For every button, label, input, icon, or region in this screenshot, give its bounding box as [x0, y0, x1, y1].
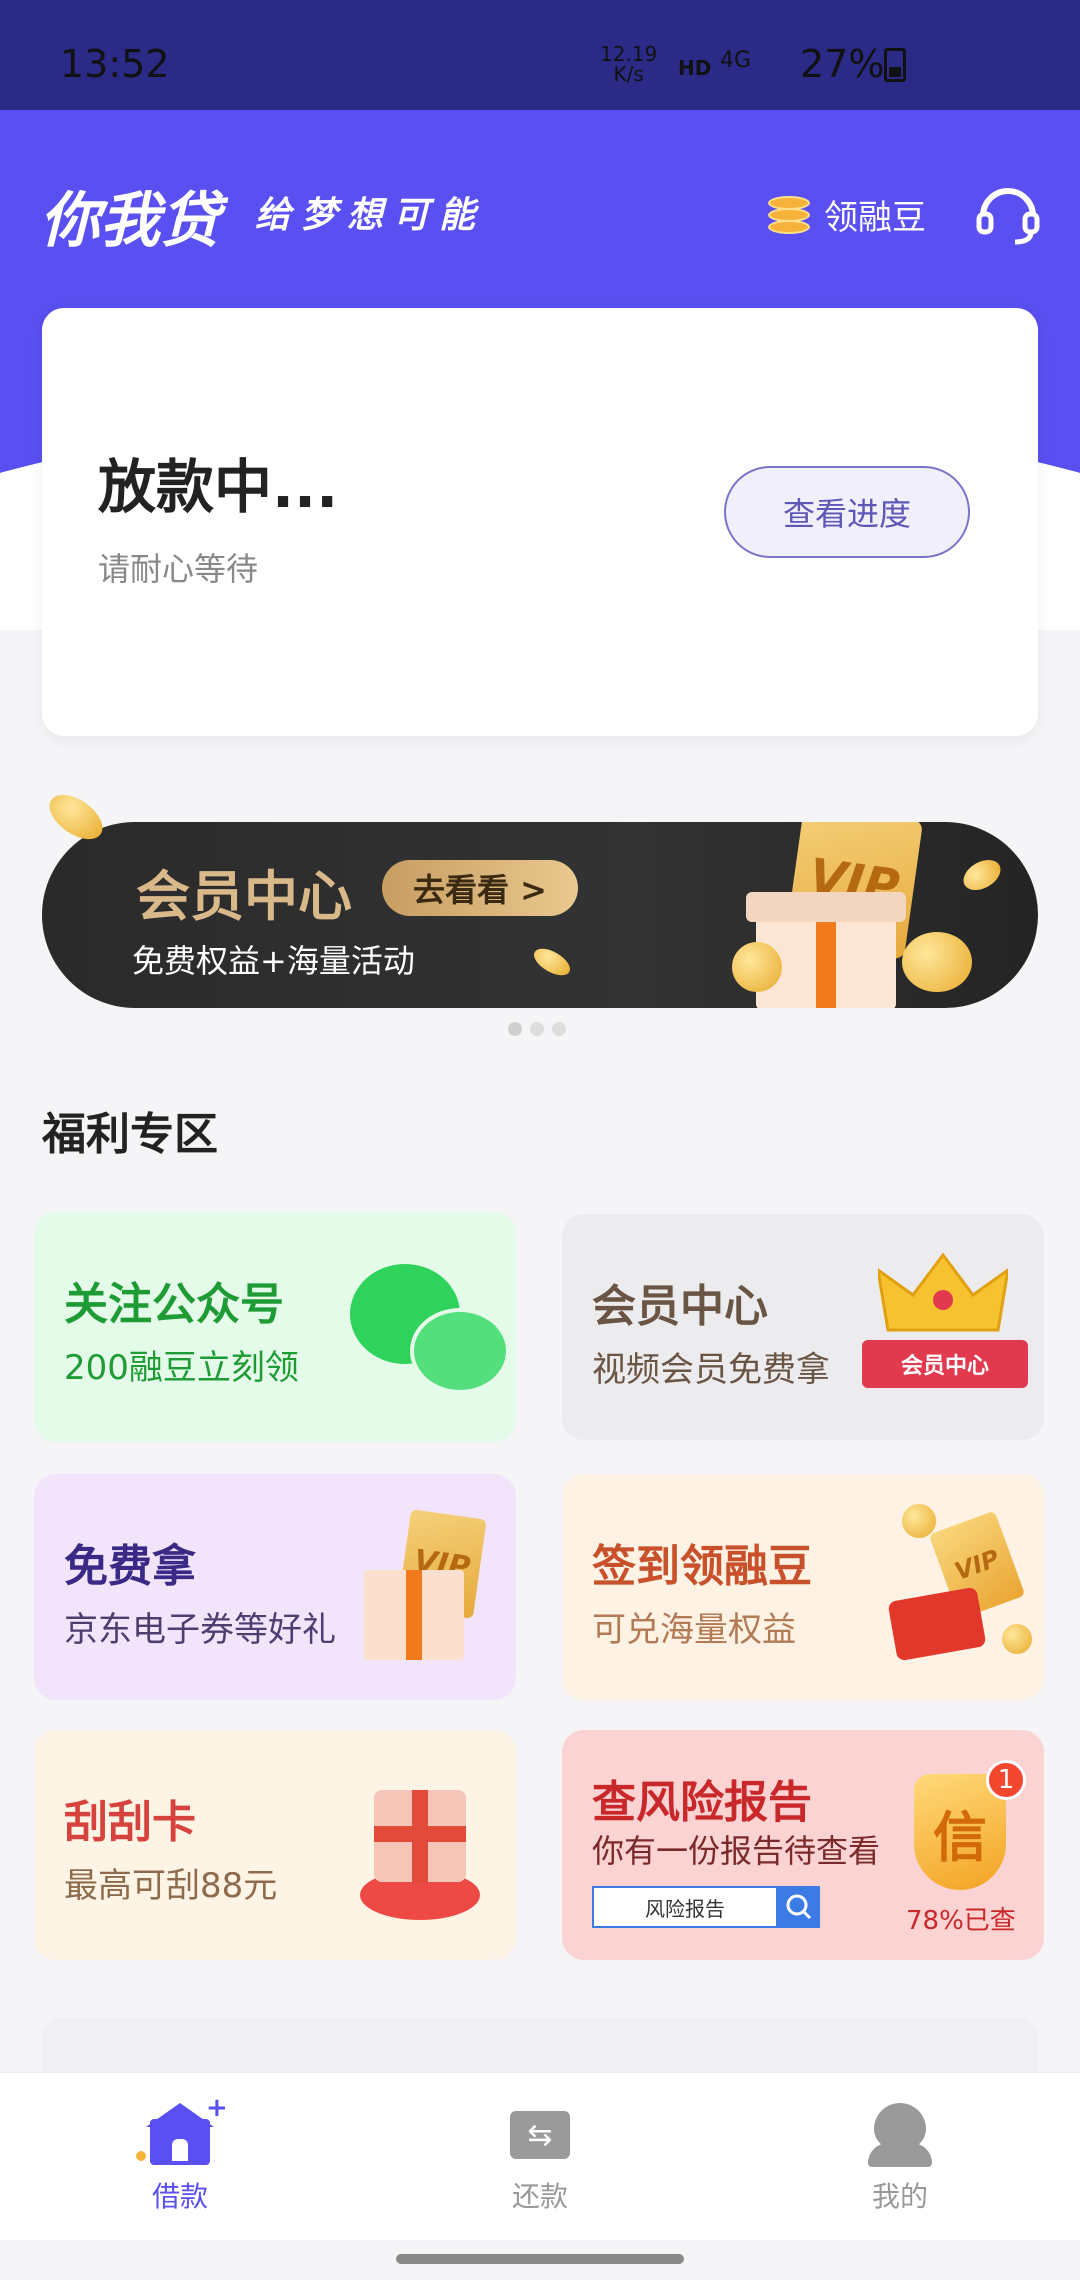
battery-percent: 27% — [800, 42, 885, 86]
battery-icon — [884, 48, 906, 82]
banner-pagination — [508, 1022, 566, 1036]
net-speed: 12.19 K/s — [600, 44, 657, 84]
tile-title: 查风险报告 — [592, 1777, 812, 1828]
tab-label: 还款 — [511, 2180, 568, 2213]
profile-icon — [866, 2103, 934, 2167]
tile-title: 刮刮卡 — [64, 1797, 196, 1848]
app-slogan: 给梦想可能 — [255, 195, 486, 236]
pagination-dot — [552, 1022, 566, 1036]
member-center-tile[interactable]: 会员中心 视频会员免费拿 会员中心 — [562, 1214, 1044, 1440]
risk-report-tile[interactable]: 查风险报告 你有一份报告待查看 风险报告 信 1 78%已查 — [562, 1730, 1044, 1960]
app-logo: 你我贷 — [40, 186, 220, 256]
banner-go-button[interactable]: 去看看 > — [382, 860, 578, 916]
system-nav-bar — [0, 2240, 1080, 2280]
view-progress-button[interactable]: 查看进度 — [724, 466, 970, 558]
search-icon[interactable] — [778, 1886, 820, 1928]
checked-percent: 78%已查 — [906, 1906, 1016, 1936]
tab-label: 借款 — [151, 2180, 208, 2213]
tile-subtitle: 视频会员免费拿 — [592, 1350, 830, 1390]
tile-subtitle: 200融豆立刻领 — [64, 1348, 299, 1388]
loan-status-card: 放款中... 请耐心等待 查看进度 — [42, 308, 1038, 736]
tab-mine[interactable]: 我的 — [720, 2073, 1080, 2240]
gold-coin-icon — [529, 943, 575, 981]
net-speed-value: 12.19 — [600, 42, 658, 66]
tile-title: 免费拿 — [64, 1541, 196, 1592]
tab-loan[interactable]: + 借款 — [0, 2073, 360, 2240]
gold-coin-icon — [902, 932, 972, 992]
risk-report-search[interactable]: 风险报告 — [592, 1886, 778, 1928]
pagination-dot — [508, 1022, 522, 1036]
loan-status-subtitle: 请耐心等待 — [98, 550, 259, 588]
collect-coins-label: 领融豆 — [824, 198, 926, 238]
member-ribbon: 会员中心 — [862, 1340, 1028, 1388]
bottom-tab-bar: + 借款 ⇆ 还款 我的 — [0, 2072, 1080, 2240]
status-time: 13:52 — [60, 42, 170, 86]
tab-repay[interactable]: ⇆ 还款 — [360, 2073, 720, 2240]
home-loan-icon: + — [136, 2093, 228, 2167]
notification-badge: 1 — [986, 1760, 1026, 1800]
tile-subtitle: 最高可刮88元 — [64, 1866, 278, 1906]
headset-icon[interactable] — [975, 180, 1041, 246]
home-gesture-pill[interactable] — [396, 2254, 684, 2264]
status-bar: 13:52 12.19 K/s HD 4G 27% — [0, 0, 1080, 110]
banner-subtitle: 免费权益+海量活动 — [132, 942, 415, 980]
red-packet-icon — [887, 1586, 987, 1662]
member-center-banner[interactable]: 会员中心 去看看 > 免费权益+海量活动 VIP — [42, 822, 1038, 1008]
loan-status-title: 放款中... — [98, 453, 339, 521]
tile-title: 签到领融豆 — [592, 1541, 812, 1592]
gold-coin-icon — [1002, 1624, 1032, 1654]
banner-title: 会员中心 — [136, 865, 352, 928]
wechat-bubble-icon — [410, 1308, 510, 1394]
tile-subtitle: 你有一份报告待查看 — [592, 1832, 881, 1870]
tile-title: 会员中心 — [592, 1281, 768, 1332]
tile-title: 关注公众号 — [64, 1279, 284, 1330]
scratch-card-tile[interactable]: 刮刮卡 最高可刮88元 — [34, 1730, 516, 1960]
follow-official-account-tile[interactable]: 关注公众号 200融豆立刻领 — [34, 1212, 516, 1442]
hd-indicator: HD — [678, 56, 712, 80]
gold-coin-icon — [958, 853, 1006, 897]
tile-subtitle: 可兑海量权益 — [592, 1610, 796, 1650]
coin-stack-icon — [768, 194, 810, 236]
gift-box-icon — [364, 1570, 464, 1660]
free-gifts-tile[interactable]: 免费拿 京东电子券等好礼 VIP — [34, 1474, 516, 1700]
gift-box-icon — [374, 1790, 466, 1882]
gold-coin-icon — [902, 1504, 936, 1538]
tab-label: 我的 — [871, 2180, 928, 2213]
gold-coin-icon — [732, 942, 782, 992]
repay-icon: ⇆ — [506, 2103, 574, 2167]
crown-icon — [878, 1252, 1008, 1332]
welfare-section-title: 福利专区 — [42, 1109, 218, 1160]
collect-coins-button[interactable]: 领融豆 — [768, 190, 926, 239]
network-indicator: 4G — [720, 48, 752, 73]
tile-subtitle: 京东电子券等好礼 — [64, 1610, 336, 1650]
sign-in-coins-tile[interactable]: 签到领融豆 可兑海量权益 VIP — [562, 1474, 1044, 1700]
pagination-dot — [530, 1022, 544, 1036]
net-speed-unit: K/s — [613, 62, 644, 86]
